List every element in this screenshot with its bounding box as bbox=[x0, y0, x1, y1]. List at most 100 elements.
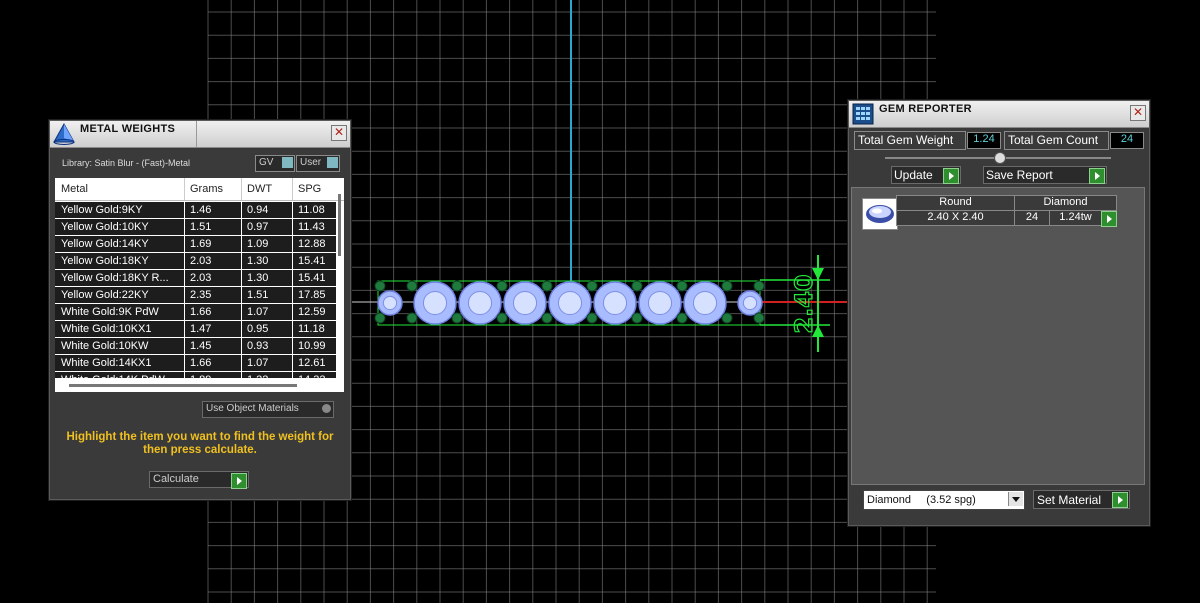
table-row[interactable]: Yellow Gold:22KY 2.35 1.51 17.85 bbox=[55, 287, 336, 304]
cell-dwt: 0.95 bbox=[247, 323, 269, 335]
vertical-scrollbar[interactable] bbox=[338, 194, 341, 256]
horizontal-scrollbar[interactable] bbox=[69, 384, 297, 387]
gem-count: 24 bbox=[1014, 210, 1050, 226]
metal-weights-close-button[interactable]: ✕ bbox=[331, 125, 347, 141]
cell-spg: 15.41 bbox=[298, 272, 326, 284]
cell-spg: 11.18 bbox=[298, 323, 325, 335]
cell-metal: Yellow Gold:18KY R... bbox=[61, 272, 169, 284]
cell-grams: 1.89 bbox=[190, 374, 238, 378]
table-row[interactable]: White Gold:9K PdW 1.66 1.07 12.59 bbox=[55, 304, 336, 321]
cell-spg: 11.08 bbox=[298, 204, 325, 216]
set-material-button[interactable]: Set Material bbox=[1033, 490, 1130, 509]
cell-spg: 15.41 bbox=[298, 255, 326, 267]
cell-grams: 1.66 bbox=[190, 357, 212, 369]
gem-size: 2.40 X 2.40 bbox=[896, 210, 1015, 226]
cell-spg: 11.43 bbox=[298, 221, 325, 233]
gem-facet bbox=[467, 290, 493, 316]
cell-spg: 14.32 bbox=[298, 374, 336, 378]
chevron-down-icon[interactable] bbox=[1008, 492, 1023, 506]
metal-weights-panel: METAL WEIGHTS ✕ Library: Satin Blur - (F… bbox=[49, 120, 351, 500]
cell-metal: White Gold:14KX1 bbox=[61, 357, 152, 369]
use-object-materials-toggle[interactable]: Use Object Materials bbox=[202, 401, 334, 418]
prong bbox=[406, 312, 418, 324]
cell-dwt: 1.07 bbox=[247, 306, 269, 318]
play-icon bbox=[231, 473, 247, 489]
cell-dwt: 1.30 bbox=[247, 272, 269, 284]
cell-metal: Yellow Gold:10KY bbox=[61, 221, 149, 233]
cell-metal: Yellow Gold:22KY bbox=[61, 289, 149, 301]
update-button[interactable]: Update bbox=[891, 166, 961, 184]
cell-grams: 1.45 bbox=[190, 340, 212, 352]
prong bbox=[631, 280, 643, 292]
gem-reporter-titlebar[interactable]: GEM REPORTER ✕ bbox=[849, 101, 1149, 128]
cell-dwt: 1.07 bbox=[247, 357, 269, 369]
gem-band-model[interactable] bbox=[374, 280, 765, 326]
table-row[interactable]: White Gold:14KX1 1.66 1.07 12.61 bbox=[55, 355, 336, 372]
gem-row-play-button[interactable] bbox=[1101, 211, 1117, 227]
metal-weights-table[interactable]: Metal Grams DWT SPG Yellow Gold:9KY 1.46 0… bbox=[55, 178, 344, 392]
total-gem-weight-value: 1.24 bbox=[967, 132, 1001, 149]
table-row[interactable]: Yellow Gold:14KY 1.69 1.09 12.88 bbox=[55, 236, 336, 253]
total-gem-count-value: 24 bbox=[1110, 132, 1144, 149]
table-row[interactable]: Yellow Gold:18KY R... 2.03 1.30 15.41 bbox=[55, 270, 336, 287]
column-header-metal[interactable]: Metal bbox=[61, 183, 88, 195]
prong bbox=[541, 280, 553, 292]
table-row[interactable]: White Gold:14K PdW 1.89 1.22 14.32 bbox=[55, 372, 336, 378]
column-header-spg[interactable]: SPG bbox=[298, 183, 321, 195]
gem-list[interactable]: Round Diamond 2.40 X 2.40 24 1.24tw bbox=[851, 187, 1145, 485]
oval-gem-icon[interactable] bbox=[862, 198, 898, 230]
user-toggle[interactable]: User bbox=[296, 155, 340, 172]
cell-dwt: 0.97 bbox=[247, 221, 269, 233]
gem-facet bbox=[602, 290, 628, 316]
gem-weight: 1.24tw bbox=[1049, 210, 1102, 226]
prong bbox=[631, 312, 643, 324]
metal-weights-titlebar[interactable]: METAL WEIGHTS ✕ bbox=[50, 121, 350, 148]
table-row[interactable]: White Gold:10KW 1.45 0.93 10.99 bbox=[55, 338, 336, 355]
gem-material: Diamond bbox=[1014, 195, 1117, 211]
prong bbox=[374, 312, 386, 324]
cell-dwt: 1.09 bbox=[247, 238, 269, 250]
calculate-button[interactable]: Calculate bbox=[149, 471, 249, 489]
prong bbox=[406, 280, 418, 292]
metal-weights-title: METAL WEIGHTS bbox=[80, 123, 176, 135]
cell-grams: 1.51 bbox=[190, 221, 212, 233]
column-header-grams[interactable]: Grams bbox=[190, 183, 223, 195]
gv-toggle[interactable]: GV bbox=[255, 155, 295, 172]
table-row[interactable]: White Gold:10KX1 1.47 0.95 11.18 bbox=[55, 321, 336, 338]
gem-facet bbox=[422, 290, 448, 316]
prong bbox=[676, 312, 688, 324]
gem-reporter-close-button[interactable]: ✕ bbox=[1130, 105, 1146, 121]
cell-dwt: 1.51 bbox=[247, 289, 269, 301]
cell-spg: 17.85 bbox=[298, 289, 326, 301]
prong bbox=[721, 312, 733, 324]
gem-facet bbox=[647, 290, 673, 316]
prong bbox=[374, 280, 386, 292]
cell-dwt: 0.93 bbox=[247, 340, 269, 352]
gem-facet bbox=[742, 295, 758, 311]
table-row[interactable]: Yellow Gold:10KY 1.51 0.97 11.43 bbox=[55, 219, 336, 236]
gem-facet bbox=[382, 295, 398, 311]
slider-knob[interactable] bbox=[994, 152, 1006, 164]
save-report-button[interactable]: Save Report bbox=[983, 166, 1107, 184]
radio-icon bbox=[322, 404, 331, 413]
prong bbox=[451, 312, 463, 324]
cell-spg: 12.61 bbox=[298, 357, 326, 369]
prong bbox=[586, 280, 598, 292]
cell-spg: 12.88 bbox=[298, 238, 326, 250]
cell-spg: 10.99 bbox=[298, 340, 326, 352]
prong bbox=[496, 280, 508, 292]
pyramid-icon bbox=[53, 122, 75, 145]
column-header-dwt[interactable]: DWT bbox=[247, 183, 272, 195]
cell-grams: 2.35 bbox=[190, 289, 212, 301]
cell-metal: White Gold:9K PdW bbox=[61, 306, 159, 318]
play-icon bbox=[1112, 492, 1128, 508]
dimension-label: 2.40 bbox=[790, 274, 818, 333]
prong bbox=[753, 312, 765, 324]
table-row[interactable]: Yellow Gold:18KY 2.03 1.30 15.41 bbox=[55, 253, 336, 270]
prong bbox=[753, 280, 765, 292]
prong bbox=[586, 312, 598, 324]
table-row[interactable]: Yellow Gold:9KY 1.46 0.94 11.08 bbox=[55, 202, 336, 219]
total-gem-weight-label: Total Gem Weight bbox=[854, 131, 966, 150]
material-select[interactable]: Diamond (3.52 spg) bbox=[863, 490, 1025, 510]
cell-metal: Yellow Gold:9KY bbox=[61, 204, 143, 216]
